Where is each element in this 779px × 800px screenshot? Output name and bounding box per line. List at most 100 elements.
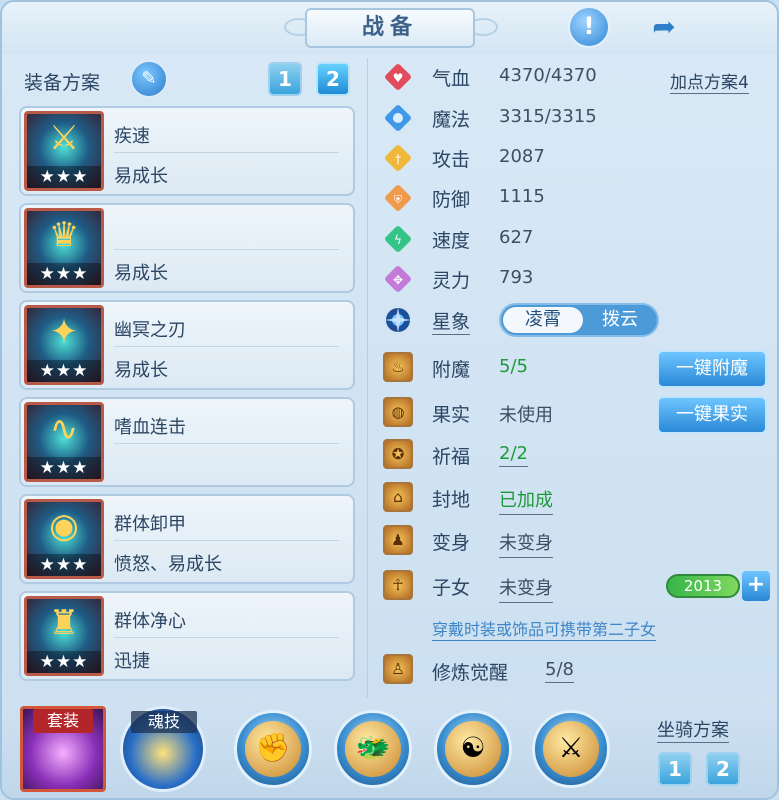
equip-name: 群体卸甲 <box>114 514 186 535</box>
extra-icon: ♨ <box>383 352 413 382</box>
equip-icon[interactable]: ◉ ★★★ <box>24 499 104 579</box>
equip-icon[interactable]: ♛ ★★★ <box>24 208 104 288</box>
fist-skill-button[interactable]: ✊ <box>234 710 312 788</box>
spd-label: 速度 <box>432 230 471 252</box>
extra-value[interactable]: 2/2 <box>499 443 528 467</box>
sword-skill-button[interactable]: ⚔ <box>532 710 610 788</box>
equip-tags: 易成长 <box>114 263 168 284</box>
star-rating: ★★★ <box>27 554 101 576</box>
equip-icon[interactable]: ✦ ★★★ <box>24 305 104 385</box>
alert-icon[interactable]: ! <box>568 6 610 48</box>
equip-glyph: ◉ <box>49 506 79 546</box>
extra-label: 附魔 <box>432 359 471 381</box>
extra-icon: ☥ <box>383 570 413 600</box>
star-rating: ★★★ <box>27 166 101 188</box>
yin-yang-skill-button[interactable]: ☯ <box>434 710 512 788</box>
soul-skill-label: 魂技 <box>131 711 197 733</box>
second-child-tip[interactable]: 穿戴时装或饰品可携带第二子女 <box>432 616 657 641</box>
equip-card[interactable]: ♛ ★★★ 易成长 <box>19 203 355 293</box>
svg-text:♥: ♥ <box>393 71 404 85</box>
equip-icon[interactable]: ♜ ★★★ <box>24 596 104 676</box>
point-plan-link[interactable]: 加点方案4 <box>670 68 749 94</box>
equip-tags: 易成长 <box>114 166 168 187</box>
extra-icon: ♟ <box>383 525 413 555</box>
star-option-lingxiao[interactable]: 凌霄 <box>503 307 583 333</box>
star-rating: ★★★ <box>27 263 101 285</box>
def-label: 防御 <box>432 189 471 211</box>
attack-icon: † <box>383 143 413 173</box>
card-separator <box>114 443 339 444</box>
star-label[interactable]: 星象 <box>432 307 471 335</box>
card-separator <box>114 637 339 638</box>
equip-card[interactable]: ∿ ★★★ 嗜血连击 <box>19 397 355 487</box>
equip-glyph: ♜ <box>48 603 80 643</box>
equip-tags: 易成长 <box>114 360 168 381</box>
star-rating: ★★★ <box>27 457 101 479</box>
column-divider <box>367 58 368 698</box>
equip-tags: 愤怒、易成长 <box>114 554 222 575</box>
extra-value[interactable]: 未变身 <box>499 574 553 603</box>
fist-skill-icon: ✊ <box>245 721 301 777</box>
equip-glyph: ✦ <box>49 312 79 352</box>
extra-value[interactable]: 未变身 <box>499 529 553 558</box>
star-option-boyun[interactable]: 拨云 <box>585 307 655 333</box>
suit-button[interactable]: 套装 <box>20 706 106 792</box>
sword-skill-icon: ⚔ <box>543 721 599 777</box>
star-toggle[interactable]: 凌霄 拨云 <box>499 303 659 337</box>
extra-value: 未使用 <box>499 405 553 426</box>
svg-text:✥: ✥ <box>393 273 403 287</box>
speed-icon: ϟ <box>383 224 413 254</box>
spi-value: 793 <box>499 267 534 288</box>
mount-plan-1-button[interactable]: 1 <box>658 752 692 786</box>
equip-icon[interactable]: ∿ ★★★ <box>24 402 104 482</box>
hp-label: 气血 <box>432 68 471 90</box>
claw-skill-button[interactable]: 🐲 <box>334 710 412 788</box>
extra-label: 封地 <box>432 489 471 511</box>
defense-icon: ⛨ <box>383 183 413 213</box>
svg-text:ϟ: ϟ <box>394 233 402 247</box>
suit-label: 套装 <box>33 709 93 733</box>
mount-plan-title: 坐骑方案 <box>657 716 729 743</box>
extra-icon: ⌂ <box>383 482 413 512</box>
card-separator <box>114 249 339 250</box>
extra-label: 子女 <box>432 577 471 599</box>
star-compass-icon <box>383 305 413 335</box>
child-level-bar: 2013 <box>666 574 740 598</box>
magic-icon <box>383 103 413 133</box>
hp-value: 4370/4370 <box>499 65 597 86</box>
equip-card[interactable]: ✦ ★★★ 幽冥之刃 易成长 <box>19 300 355 390</box>
spd-value: 627 <box>499 227 534 248</box>
enchant-all-button[interactable]: 一键附魔 <box>657 350 767 388</box>
equip-name: 疾速 <box>114 126 150 147</box>
awaken-label: 修炼觉醒 <box>432 662 509 684</box>
extra-value[interactable]: 已加成 <box>499 486 553 515</box>
war-prep-panel: 战备 ! ➦ 装备方案 ✎ 1 2 ⚔ ★★★ 疾速 易成长 ♛ ★★★ 易成长 ✦ ★★★ 幽冥… <box>0 0 779 800</box>
soul-skill-button[interactable]: 魂技 <box>120 706 206 792</box>
yin-yang-skill-icon: ☯ <box>445 721 501 777</box>
def-value: 1115 <box>499 186 545 207</box>
extra-label: 祈福 <box>432 446 471 468</box>
fruit-all-button[interactable]: 一键果实 <box>657 396 767 434</box>
equip-plan-2-button[interactable]: 2 <box>316 62 350 96</box>
awaken-icon: ♙ <box>383 654 413 684</box>
equip-card[interactable]: ♜ ★★★ 群体净心 迅捷 <box>19 591 355 681</box>
equip-name: 群体净心 <box>114 611 186 632</box>
equip-icon[interactable]: ⚔ ★★★ <box>24 111 104 191</box>
card-separator <box>114 152 339 153</box>
share-icon[interactable]: ➦ <box>642 10 686 46</box>
claw-skill-icon: 🐲 <box>345 721 401 777</box>
equip-plan-1-button[interactable]: 1 <box>268 62 302 96</box>
extra-label: 变身 <box>432 532 471 554</box>
add-child-button[interactable]: + <box>742 571 770 601</box>
star-rating: ★★★ <box>27 651 101 673</box>
awaken-value[interactable]: 5/8 <box>545 659 574 683</box>
edit-pencil-icon[interactable]: ✎ <box>130 60 168 98</box>
equip-card[interactable]: ◉ ★★★ 群体卸甲愤怒、易成长 <box>19 494 355 584</box>
mount-plan-2-button[interactable]: 2 <box>706 752 740 786</box>
equip-card[interactable]: ⚔ ★★★ 疾速易成长 <box>19 106 355 196</box>
spirit-icon: ✥ <box>383 264 413 294</box>
extra-icon: ✪ <box>383 439 413 469</box>
card-separator <box>114 540 339 541</box>
equip-name: 嗜血连击 <box>114 417 186 438</box>
equip-glyph: ⚔ <box>48 118 80 158</box>
